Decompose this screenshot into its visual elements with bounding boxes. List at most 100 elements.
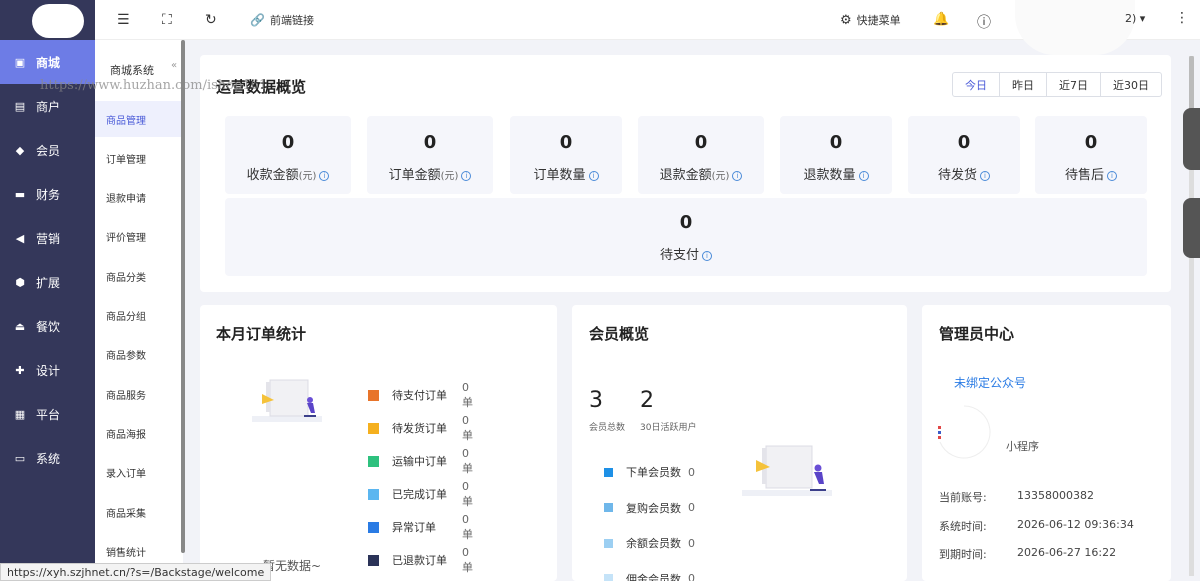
account-value: 13358000382	[1017, 489, 1094, 502]
stat-value: 0	[957, 132, 971, 153]
system-time-label: 系统时间:	[939, 520, 987, 533]
nav-item-7[interactable]: ✚ 设计	[0, 348, 95, 392]
submenu-item[interactable]: 商品分类	[95, 258, 181, 294]
stat-card: 0 待售后 i	[1035, 116, 1147, 194]
date-tab-3[interactable]: 近30日	[1100, 73, 1161, 96]
stat-card: 0 退款金额(元) i	[638, 116, 764, 194]
mini-program-label: 小程序	[1006, 440, 1039, 453]
stat-label-text: 待售后	[1064, 168, 1104, 183]
stat-card: 0 收款金额(元) i	[225, 116, 351, 194]
nav-item-2[interactable]: ◆ 会员	[0, 128, 95, 172]
logo	[14, 0, 94, 42]
order-legend-item: 待支付订单 0单	[368, 381, 473, 409]
date-tab-1[interactable]: 昨日	[999, 73, 1046, 96]
legend-label: 运输中订单	[392, 455, 447, 468]
member-total-label: 会员总数	[589, 423, 626, 433]
submenu-scrollbar[interactable]	[181, 40, 185, 553]
submenu-item[interactable]: 商品管理	[95, 101, 181, 137]
stat-label: 待支付 i	[225, 244, 1147, 263]
legend-label: 佣金会员数	[626, 572, 681, 581]
help-icon[interactable]: ⓘ	[977, 12, 991, 32]
frontend-link[interactable]: 🔗 前端链接	[250, 12, 314, 28]
stat-label-text: 订单数量	[533, 168, 586, 183]
stat-label: 订单数量 i	[510, 164, 622, 183]
info-icon[interactable]: i	[702, 250, 712, 261]
info-icon[interactable]: i	[319, 170, 330, 181]
order-legend-item: 待发货订单 0单	[368, 414, 473, 442]
member-legend-item: 下单会员数 0	[604, 464, 695, 480]
status-bar-url: https://xyh.szjhnet.cn/?s=/Backstage/wel…	[0, 563, 272, 581]
orders-title: 本月订单统计	[216, 325, 307, 343]
quick-menu-button[interactable]: ⚙ 快捷菜单	[840, 12, 901, 28]
stat-card: 0 退款数量 i	[780, 116, 892, 194]
extension-icon: ⬢	[15, 275, 25, 289]
side-tab-bottom[interactable]	[1183, 198, 1200, 258]
member-legend-item: 佣金会员数 0	[604, 571, 695, 581]
legend-count: 0单	[462, 413, 473, 442]
info-icon[interactable]: i	[732, 170, 743, 181]
member-icon: ◆	[15, 143, 25, 157]
date-tab-0[interactable]: 今日	[953, 73, 999, 96]
user-menu[interactable]: 2) ▾	[1125, 12, 1145, 25]
stat-value: 0	[679, 212, 693, 233]
submenu-item[interactable]: 商品分组	[95, 298, 181, 334]
nav-item-label: 设计	[36, 363, 61, 378]
submenu-item[interactable]: 退款申请	[95, 180, 181, 216]
submenu-item[interactable]: 商品海报	[95, 415, 181, 451]
stat-label-text: 收款金额	[246, 168, 299, 183]
top-header: ☰ ⛶ ↻ 🔗 前端链接 ⚙ 快捷菜单 🔔 ⓘ 2) ▾ ⋮	[95, 0, 1200, 55]
bell-icon[interactable]: 🔔	[933, 12, 949, 27]
dining-icon: ⏏	[14, 319, 26, 333]
nav-item-label: 财务	[36, 187, 61, 202]
stat-label-text: 退款数量	[803, 168, 856, 183]
info-icon[interactable]: i	[588, 170, 599, 181]
legend-label: 下单会员数	[626, 466, 681, 479]
submenu-item[interactable]: 录入订单	[95, 455, 181, 491]
info-icon[interactable]: i	[461, 170, 472, 181]
nav-item-9[interactable]: ▭ 系统	[0, 436, 95, 480]
side-tab-top[interactable]	[1183, 108, 1200, 170]
info-icon[interactable]: i	[858, 170, 869, 181]
account-label: 当前账号:	[939, 491, 987, 504]
submenu-item[interactable]: 商品采集	[95, 494, 181, 530]
legend-label: 已退款订单	[392, 554, 447, 567]
stat-value: 0	[829, 132, 843, 153]
more-icon[interactable]: ⋮	[1175, 10, 1189, 26]
submenu-item[interactable]: 商品服务	[95, 376, 181, 412]
legend-label: 待发货订单	[392, 422, 447, 435]
stat-unit: (元)	[440, 171, 459, 182]
bind-wechat-link[interactable]: 未绑定公众号	[954, 374, 1026, 391]
gear-icon: ⚙	[840, 12, 852, 28]
submenu-item[interactable]: 商品参数	[95, 337, 181, 373]
refresh-icon[interactable]: ↻	[205, 12, 217, 28]
nav-item-label: 平台	[36, 407, 61, 422]
nav-item-6[interactable]: ⏏ 餐饮	[0, 304, 95, 348]
user-avatar[interactable]	[1015, 0, 1135, 55]
store-icon: ▣	[14, 55, 26, 69]
nav-item-5[interactable]: ⬢ 扩展	[0, 260, 95, 304]
marketing-icon: ◀	[15, 231, 25, 245]
submenu-item[interactable]: 评价管理	[95, 219, 181, 255]
qr-code-placeholder	[938, 405, 991, 459]
stat-label: 订单金额(元) i	[367, 164, 493, 183]
fullscreen-icon[interactable]: ⛶	[162, 12, 172, 28]
date-tab-2[interactable]: 近7日	[1046, 73, 1100, 96]
empty-illustration	[252, 379, 322, 422]
nav-item-8[interactable]: ▦ 平台	[0, 392, 95, 436]
nav-item-4[interactable]: ◀ 营销	[0, 216, 95, 260]
info-icon[interactable]: i	[1107, 170, 1117, 181]
nav-item-label: 扩展	[36, 275, 61, 290]
stat-label: 退款数量 i	[780, 164, 892, 183]
platform-icon: ▦	[14, 407, 26, 421]
nav-item-label: 餐饮	[36, 319, 61, 334]
empty-text: 暂无数据~	[263, 559, 322, 573]
collapse-icon[interactable]: «	[171, 60, 177, 71]
info-icon[interactable]: i	[980, 170, 990, 181]
legend-count: 0	[688, 501, 695, 514]
submenu-item[interactable]: 订单管理	[95, 140, 181, 176]
stat-label-text: 退款金额	[659, 168, 712, 183]
nav-item-3[interactable]: ▬ 财务	[0, 172, 95, 216]
submenu: 商城系统 « 商品管理 订单管理 退款申请 评价管理 商品分类 商品分组 商品参数 商品服务商…	[95, 40, 183, 581]
stat-value: 0	[559, 132, 573, 153]
menu-collapse-icon[interactable]: ☰	[117, 12, 130, 28]
